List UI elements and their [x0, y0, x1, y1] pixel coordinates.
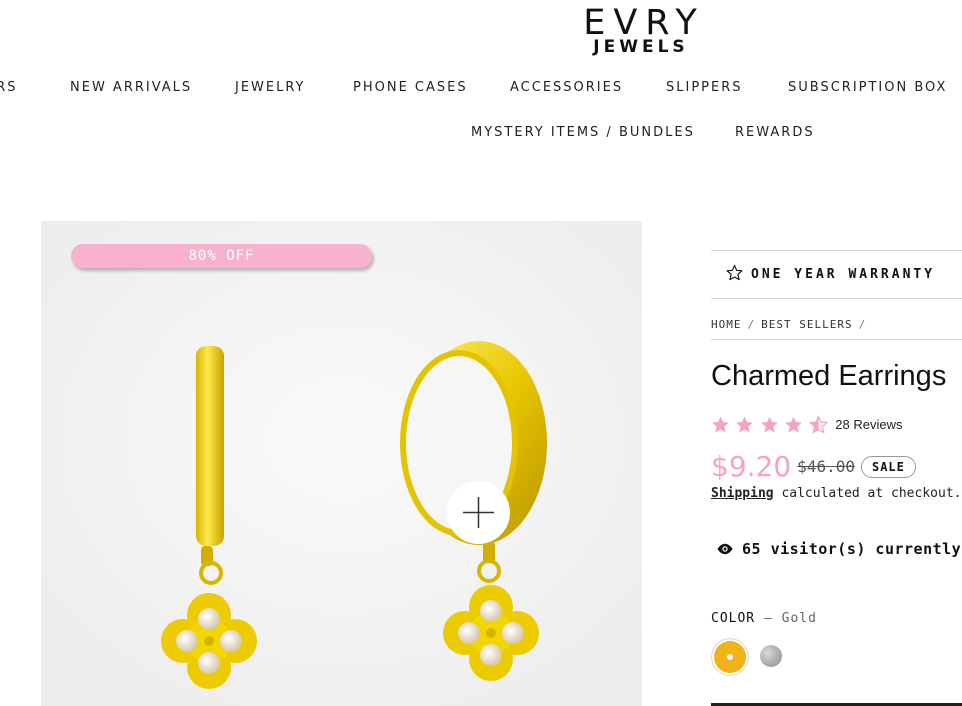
nav-item-mystery-bundles[interactable]: MYSTERY ITEMS / BUNDLES [471, 125, 695, 140]
nav-item-accessories[interactable]: ACCESSORIES [510, 80, 623, 95]
nav-item-slippers[interactable]: SLIPPERS [666, 80, 743, 95]
swatch-gold[interactable] [711, 638, 749, 676]
color-value: Gold [781, 611, 817, 626]
breadcrumb-home[interactable]: HOME [711, 318, 742, 331]
sale-price: $9.20 [711, 450, 792, 483]
warranty-note: ONE YEAR WARRANTY [726, 264, 935, 282]
brand-logo[interactable]: EVRY JEWELS [566, 4, 716, 56]
color-label: COLOR — Gold [711, 611, 817, 626]
price-block: $9.20 $46.00 SALE [711, 450, 916, 483]
star-full-icon [736, 416, 754, 433]
nav-item-new-arrivals[interactable]: NEW ARRIVALS [70, 80, 192, 95]
nav-item-rewards[interactable]: REWARDS [735, 125, 815, 140]
shipping-note: Shipping calculated at checkout. [711, 486, 961, 501]
main-nav-row-1: ERS NEW ARRIVALS JEWELRY PHONE CASES ACC… [0, 80, 962, 100]
compare-price: $46.00 [797, 457, 855, 476]
eye-icon [717, 543, 733, 555]
zoom-button[interactable] [447, 481, 510, 544]
visitor-text: 65 visitor(s) currently [742, 540, 962, 558]
shipping-link[interactable]: Shipping [711, 486, 774, 501]
selected-dot [727, 654, 733, 660]
star-half-icon [808, 415, 828, 434]
color-label-title: COLOR [711, 611, 756, 626]
divider [711, 339, 962, 340]
reviews-count[interactable]: 28 Reviews [835, 417, 902, 432]
breadcrumb-separator: / [858, 318, 867, 331]
star-outline-icon [726, 264, 743, 281]
earrings-image [41, 221, 642, 706]
breadcrumb: HOME / BEST SELLERS / [711, 318, 872, 331]
color-dash: — [763, 611, 773, 626]
nav-item-jewelry[interactable]: JEWELRY [235, 80, 306, 95]
plus-icon [463, 497, 494, 528]
warranty-text: ONE YEAR WARRANTY [751, 267, 936, 282]
star-full-icon [785, 416, 803, 433]
divider [711, 298, 962, 299]
breadcrumb-best-sellers[interactable]: BEST SELLERS [761, 318, 852, 331]
visitor-counter: 65 visitor(s) currently [716, 540, 961, 558]
nav-item-phone-cases[interactable]: PHONE CASES [353, 80, 468, 95]
product-image[interactable] [41, 221, 642, 706]
shipping-text: calculated at checkout. [781, 486, 962, 501]
swatch-silver[interactable] [760, 645, 782, 667]
star-full-icon [712, 416, 729, 433]
sale-badge: SALE [860, 455, 916, 478]
divider [711, 250, 962, 251]
breadcrumb-separator: / [747, 318, 756, 331]
nav-item-subscription-box[interactable]: SUBSCRIPTION BOX [788, 80, 947, 95]
discount-badge: 80% OFF [71, 244, 372, 268]
product-title: Charmed Earrings [711, 360, 947, 392]
rating-stars[interactable]: 28 Reviews [711, 415, 902, 434]
nav-item-best-sellers[interactable]: ERS [0, 80, 18, 95]
star-full-icon [761, 416, 778, 433]
main-nav-row-2: MYSTERY ITEMS / BUNDLES REWARDS [0, 125, 962, 145]
